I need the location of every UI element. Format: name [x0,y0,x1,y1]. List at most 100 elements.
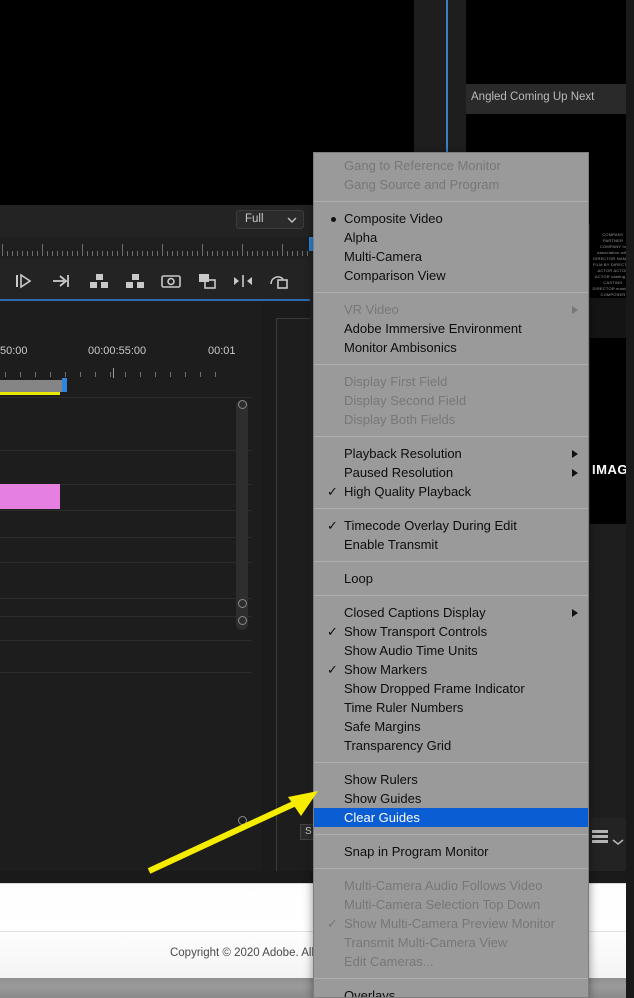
ruler-tick [137,251,138,256]
ruler-tick [262,251,263,256]
menu-item-adobe-immersive-environment[interactable]: Adobe Immersive Environment [314,319,588,338]
menu-item-timecode-overlay-during-edit[interactable]: ✓Timecode Overlay During Edit [314,516,588,535]
scroll-handle-bottom-icon[interactable] [238,816,247,825]
menu-item-label: Composite Video [344,211,443,226]
menu-item-playback-resolution[interactable]: Playback Resolution [314,444,588,463]
menu-item-transmit-multi-camera-view: Transmit Multi-Camera View [314,933,588,952]
menu-item-label: Display Second Field [344,393,466,408]
timeline-tick [20,372,21,377]
menu-item-label: Show Markers [344,662,427,677]
menu-item-high-quality-playback[interactable]: ✓High Quality Playback [314,482,588,501]
menu-item-label: Closed Captions Display [344,605,486,620]
menu-item-show-transport-controls[interactable]: ✓Show Transport Controls [314,622,588,641]
go-to-out-icon[interactable] [50,271,72,291]
timeline-playhead[interactable] [62,378,67,392]
menu-item-label: Show Transport Controls [344,624,487,639]
menu-item-show-guides[interactable]: Show Guides [314,789,588,808]
menu-item-label: Gang Source and Program [344,177,499,192]
comparison-view-icon[interactable] [268,271,290,291]
submenu-arrow-icon [572,450,578,458]
menu-item-clear-guides[interactable]: Clear Guides [314,808,588,827]
ruler-tick [192,251,193,256]
menu-item-show-markers[interactable]: ✓Show Markers [314,660,588,679]
timeline-track-divider [0,616,252,617]
menu-item-label: Multi-Camera Selection Top Down [344,897,540,912]
ruler-tick [67,251,68,256]
menu-item-loop[interactable]: Loop [314,569,588,588]
menu-group: Display First FieldDisplay Second FieldD… [314,369,588,432]
timeline-tick [200,372,201,377]
menu-item-transparency-grid[interactable]: Transparency Grid [314,736,588,755]
playback-resolution-select[interactable]: Full [236,210,304,229]
program-monitor-context-menu[interactable]: Gang to Reference Monitor Gang Source and… [313,152,589,998]
menu-item-show-dropped-frame-indicator[interactable]: Show Dropped Frame Indicator [314,679,588,698]
menu-item-multi-camera[interactable]: Multi-Camera [314,247,588,266]
checkmark-icon: ✓ [327,914,338,933]
chevron-down-icon[interactable] [612,833,624,841]
menu-item-paused-resolution[interactable]: Paused Resolution [314,463,588,482]
scroll-handle-top-icon[interactable] [238,400,247,409]
menu-item-label: Monitor Ambisonics [344,340,457,355]
timeline-audio-waveform-line [0,392,60,395]
adjacent-panel [276,318,310,871]
menu-item-label: Alpha [344,230,377,245]
menu-separator [314,508,588,509]
menu-separator [314,436,588,437]
menu-item-comparison-view[interactable]: Comparison View [314,266,588,285]
menu-group: Closed Captions Display ✓Show Transport C… [314,600,588,758]
ruler-tick [27,251,28,256]
timeline-tick [35,372,36,377]
menu-separator [314,834,588,835]
timeline-clip-pink[interactable] [0,484,60,509]
menu-item-display-first-field: Display First Field [314,372,588,391]
camera-icon[interactable] [160,271,182,291]
timeline-clip-grey[interactable] [0,380,62,392]
ruler-tick [287,251,288,256]
ruler-tick [182,251,183,256]
menu-item-safe-margins[interactable]: Safe Margins [314,717,588,736]
overlay-icon[interactable] [196,271,218,291]
ruler-tick [232,251,233,256]
markers-icon[interactable] [232,271,254,291]
menu-item-overlays[interactable]: Overlays [314,986,588,998]
scroll-handle-mid-icon[interactable] [238,599,247,608]
monitor-time-ruler[interactable] [0,237,310,259]
playback-resolution-value: Full [245,213,264,225]
ruler-tick [127,251,128,256]
menu-item-show-rulers[interactable]: Show Rulers [314,770,588,789]
menu-item-label: Show Multi-Camera Preview Monitor [344,916,555,931]
menu-item-composite-video[interactable]: Composite Video [314,209,588,228]
menu-item-time-ruler-numbers[interactable]: Time Ruler Numbers [314,698,588,717]
timeline-scrollbar[interactable] [236,400,248,630]
play-in-to-out-icon[interactable] [12,271,34,291]
ruler-tick [112,251,113,256]
menu-item-label: VR Video [344,302,399,317]
menu-item-display-second-field: Display Second Field [314,391,588,410]
timeline-time-labels: 50:00 00:00:55:00 00:01 [0,345,262,367]
panel-menu-icon[interactable] [592,830,612,844]
menu-item-monitor-ambisonics[interactable]: Monitor Ambisonics [314,338,588,357]
ruler-tick [97,251,98,256]
menu-item-label: Paused Resolution [344,465,453,480]
timeline-tick [65,372,66,377]
ruler-tick [147,251,148,256]
ruler-tick [32,251,33,256]
export-frame-left-icon[interactable] [88,271,110,291]
menu-item-snap-in-program-monitor[interactable]: Snap in Program Monitor [314,842,588,861]
menu-item-gang-to-reference-monitor: Gang to Reference Monitor [314,156,588,175]
menu-item-label: Edit Cameras... [344,954,434,969]
menu-separator [314,561,588,562]
menu-group: Composite Video Alpha Multi-CameraComparis… [314,206,588,288]
submenu-arrow-icon [572,469,578,477]
ruler-tick [87,251,88,256]
menu-item-enable-transmit[interactable]: Enable Transmit [314,535,588,554]
scroll-handle-low-icon[interactable] [238,616,247,625]
menu-item-alpha[interactable]: Alpha [314,228,588,247]
export-frame-right-icon[interactable] [124,271,146,291]
menu-item-show-audio-time-units[interactable]: Show Audio Time Units [314,641,588,660]
ruler-tick [117,251,118,256]
ruler-tick [47,251,48,256]
menu-item-label: Transparency Grid [344,738,451,753]
timeline-tick [5,372,6,377]
menu-item-closed-captions-display[interactable]: Closed Captions Display [314,603,588,622]
